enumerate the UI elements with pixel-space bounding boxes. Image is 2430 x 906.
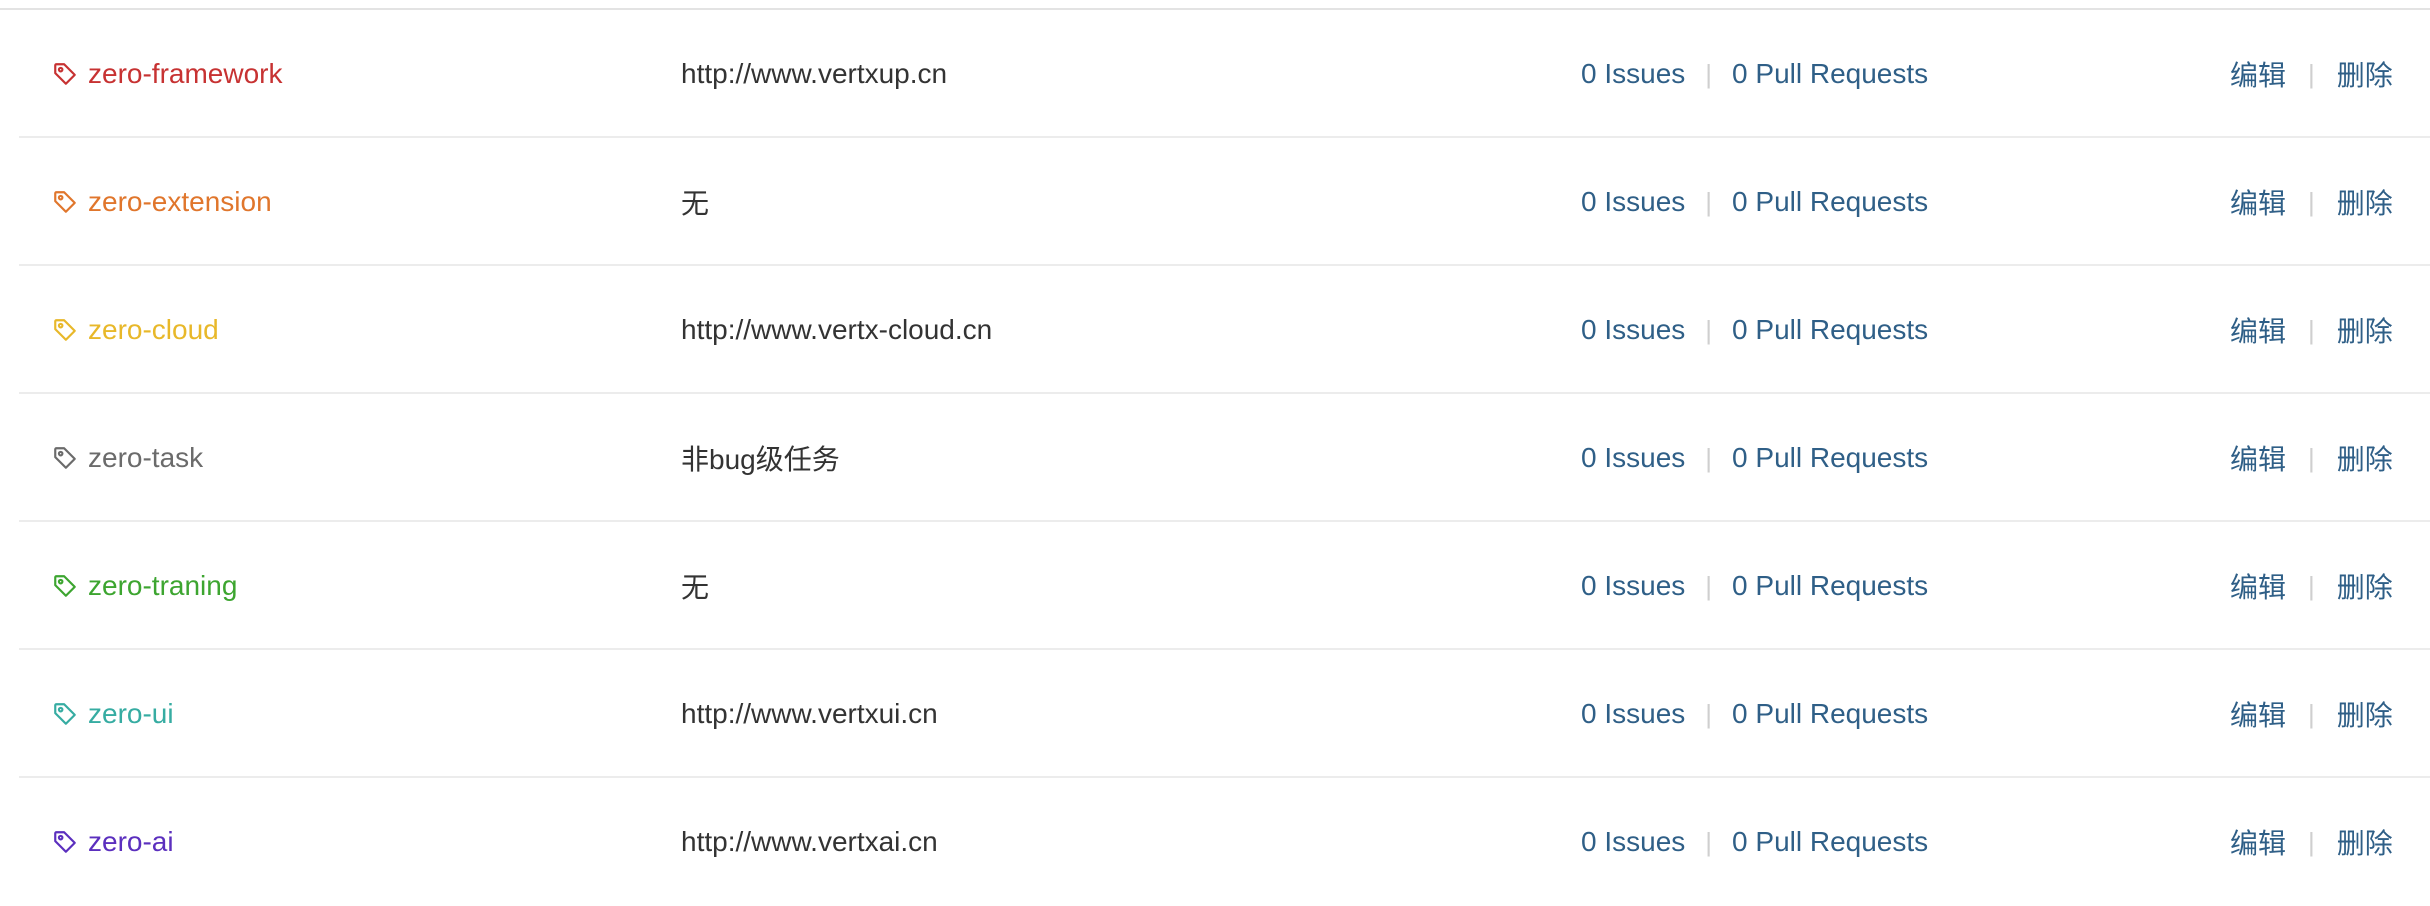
separator: | bbox=[2308, 314, 2315, 345]
label-row: zero-traning 无 0 Issues | 0 Pull Request… bbox=[19, 522, 2430, 650]
label-actions: 编辑 | 删除 bbox=[2230, 778, 2393, 906]
label-name-link[interactable]: zero-ui bbox=[52, 650, 174, 778]
separator: | bbox=[2308, 186, 2315, 217]
separator: | bbox=[1705, 186, 1713, 217]
tag-icon bbox=[52, 445, 78, 471]
issues-link[interactable]: 0 Issues bbox=[1581, 58, 1685, 90]
separator: | bbox=[1705, 698, 1713, 729]
delete-button[interactable]: 删除 bbox=[2337, 310, 2393, 350]
edit-button[interactable]: 编辑 bbox=[2230, 54, 2286, 94]
edit-button[interactable]: 编辑 bbox=[2230, 310, 2286, 350]
label-name-text: zero-ai bbox=[88, 826, 174, 857]
label-description: 无 bbox=[681, 188, 710, 219]
issues-link[interactable]: 0 Issues bbox=[1581, 186, 1685, 218]
label-name-text: zero-extension bbox=[88, 186, 272, 217]
label-description: http://www.vertx-cloud.cn bbox=[681, 314, 993, 345]
pull-requests-link[interactable]: 0 Pull Requests bbox=[1732, 570, 1928, 602]
label-description: 无 bbox=[681, 572, 710, 603]
label-name-link[interactable]: zero-cloud bbox=[52, 266, 219, 394]
label-counts: 0 Issues | 0 Pull Requests bbox=[1581, 522, 1928, 650]
label-name-text: zero-ui bbox=[88, 698, 174, 729]
separator: | bbox=[1705, 442, 1713, 473]
separator: | bbox=[1705, 570, 1713, 601]
delete-button[interactable]: 删除 bbox=[2337, 694, 2393, 734]
separator: | bbox=[2308, 570, 2315, 601]
pull-requests-link[interactable]: 0 Pull Requests bbox=[1732, 442, 1928, 474]
label-counts: 0 Issues | 0 Pull Requests bbox=[1581, 650, 1928, 778]
delete-button[interactable]: 删除 bbox=[2337, 438, 2393, 478]
tag-icon bbox=[52, 317, 78, 343]
label-actions: 编辑 | 删除 bbox=[2230, 394, 2393, 522]
label-counts: 0 Issues | 0 Pull Requests bbox=[1581, 10, 1928, 138]
label-counts: 0 Issues | 0 Pull Requests bbox=[1581, 266, 1928, 394]
label-actions: 编辑 | 删除 bbox=[2230, 138, 2393, 266]
tag-icon bbox=[52, 61, 78, 87]
issues-link[interactable]: 0 Issues bbox=[1581, 570, 1685, 602]
edit-button[interactable]: 编辑 bbox=[2230, 438, 2286, 478]
delete-button[interactable]: 删除 bbox=[2337, 822, 2393, 862]
label-counts: 0 Issues | 0 Pull Requests bbox=[1581, 138, 1928, 266]
label-row: zero-framework http://www.vertxup.cn 0 I… bbox=[19, 10, 2430, 138]
label-counts: 0 Issues | 0 Pull Requests bbox=[1581, 778, 1928, 906]
label-list: zero-framework http://www.vertxup.cn 0 I… bbox=[19, 10, 2430, 906]
label-row: zero-ui http://www.vertxui.cn 0 Issues |… bbox=[19, 650, 2430, 778]
tag-icon bbox=[52, 189, 78, 215]
pull-requests-link[interactable]: 0 Pull Requests bbox=[1732, 698, 1928, 730]
label-counts: 0 Issues | 0 Pull Requests bbox=[1581, 394, 1928, 522]
tag-icon bbox=[52, 829, 78, 855]
edit-button[interactable]: 编辑 bbox=[2230, 694, 2286, 734]
label-name-link[interactable]: zero-extension bbox=[52, 138, 272, 266]
label-name-text: zero-task bbox=[88, 442, 204, 473]
edit-button[interactable]: 编辑 bbox=[2230, 822, 2286, 862]
delete-button[interactable]: 删除 bbox=[2337, 54, 2393, 94]
edit-button[interactable]: 编辑 bbox=[2230, 182, 2286, 222]
separator: | bbox=[2308, 442, 2315, 473]
edit-button[interactable]: 编辑 bbox=[2230, 566, 2286, 606]
label-name-text: zero-cloud bbox=[88, 314, 219, 345]
separator: | bbox=[2308, 698, 2315, 729]
label-name-link[interactable]: zero-ai bbox=[52, 778, 174, 906]
tag-icon bbox=[52, 701, 78, 727]
separator: | bbox=[1705, 58, 1713, 89]
delete-button[interactable]: 删除 bbox=[2337, 566, 2393, 606]
label-actions: 编辑 | 删除 bbox=[2230, 522, 2393, 650]
label-row: zero-cloud http://www.vertx-cloud.cn 0 I… bbox=[19, 266, 2430, 394]
label-name-link[interactable]: zero-task bbox=[52, 394, 203, 522]
separator: | bbox=[2308, 826, 2315, 857]
label-row: zero-ai http://www.vertxai.cn 0 Issues |… bbox=[19, 778, 2430, 906]
label-name-text: zero-traning bbox=[88, 570, 238, 601]
label-row: zero-extension 无 0 Issues | 0 Pull Reque… bbox=[19, 138, 2430, 266]
separator: | bbox=[2308, 58, 2315, 89]
label-description: 非bug级任务 bbox=[681, 444, 840, 475]
label-name-text: zero-framework bbox=[88, 58, 283, 89]
delete-button[interactable]: 删除 bbox=[2337, 182, 2393, 222]
pull-requests-link[interactable]: 0 Pull Requests bbox=[1732, 186, 1928, 218]
pull-requests-link[interactable]: 0 Pull Requests bbox=[1732, 826, 1928, 858]
pull-requests-link[interactable]: 0 Pull Requests bbox=[1732, 314, 1928, 346]
label-name-link[interactable]: zero-traning bbox=[52, 522, 237, 650]
pull-requests-link[interactable]: 0 Pull Requests bbox=[1732, 58, 1928, 90]
separator: | bbox=[1705, 826, 1713, 857]
issues-link[interactable]: 0 Issues bbox=[1581, 826, 1685, 858]
label-row: zero-task 非bug级任务 0 Issues | 0 Pull Requ… bbox=[19, 394, 2430, 522]
label-name-link[interactable]: zero-framework bbox=[52, 10, 282, 138]
issues-link[interactable]: 0 Issues bbox=[1581, 698, 1685, 730]
issues-link[interactable]: 0 Issues bbox=[1581, 314, 1685, 346]
label-actions: 编辑 | 删除 bbox=[2230, 650, 2393, 778]
label-description: http://www.vertxai.cn bbox=[681, 826, 938, 857]
issues-link[interactable]: 0 Issues bbox=[1581, 442, 1685, 474]
label-actions: 编辑 | 删除 bbox=[2230, 10, 2393, 138]
separator: | bbox=[1705, 314, 1713, 345]
label-description: http://www.vertxup.cn bbox=[681, 58, 948, 89]
label-actions: 编辑 | 删除 bbox=[2230, 266, 2393, 394]
label-description: http://www.vertxui.cn bbox=[681, 698, 938, 729]
tag-icon bbox=[52, 573, 78, 599]
